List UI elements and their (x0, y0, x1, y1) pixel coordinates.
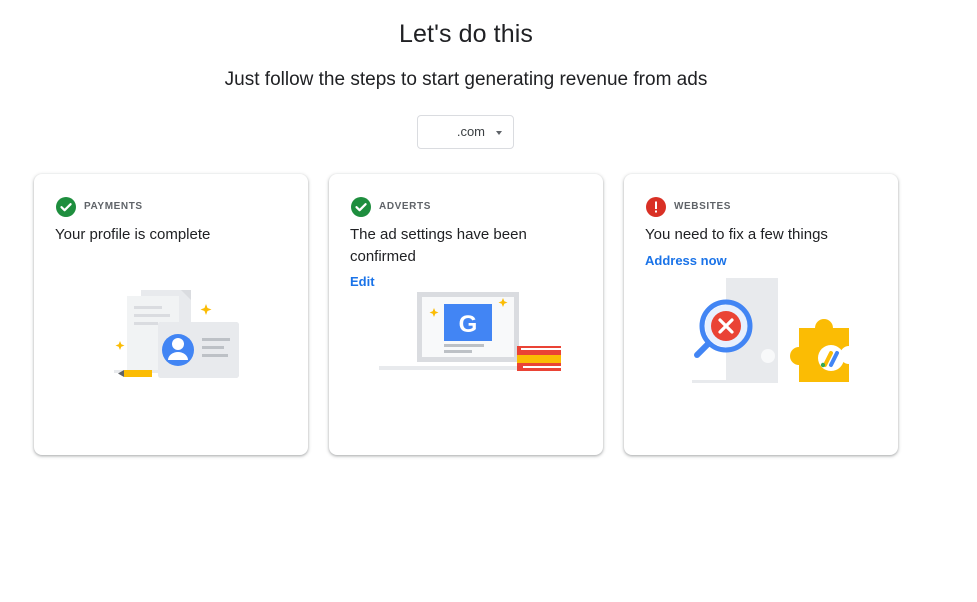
adverts-eyebrow: ADVERTS (379, 201, 431, 212)
check-circle-icon (351, 197, 371, 217)
svg-text:G: G (459, 311, 478, 338)
payments-profile-illustration (114, 290, 239, 378)
adverts-card: ADVERTS The ad settings have been confir… (329, 174, 603, 455)
websites-status-text: You need to fix a few things (645, 226, 828, 243)
site-selector-dropdown[interactable]: .com (417, 115, 514, 149)
caret-down-icon (496, 131, 502, 135)
address-now-link[interactable]: Address now (645, 253, 727, 268)
payments-eyebrow: PAYMENTS (84, 201, 143, 212)
error-circle-icon (646, 197, 666, 217)
page-title: Let's do this (399, 20, 533, 48)
page-subtitle: Just follow the steps to start generatin… (224, 69, 708, 90)
websites-puzzle-illustration (692, 278, 849, 383)
site-selector-value: .com (456, 124, 485, 139)
payments-status-text: Your profile is complete (55, 226, 211, 243)
websites-eyebrow: WEBSITES (674, 201, 732, 212)
websites-card: WEBSITES You need to fix a few things Ad… (624, 174, 898, 455)
adverts-status-text: The ad settings have been confirmed (350, 226, 527, 265)
edit-link[interactable]: Edit (350, 274, 375, 289)
payments-card: PAYMENTS Your profile is complete (34, 174, 308, 455)
adverts-laptop-illustration: G (379, 292, 561, 371)
check-circle-icon (56, 197, 76, 217)
